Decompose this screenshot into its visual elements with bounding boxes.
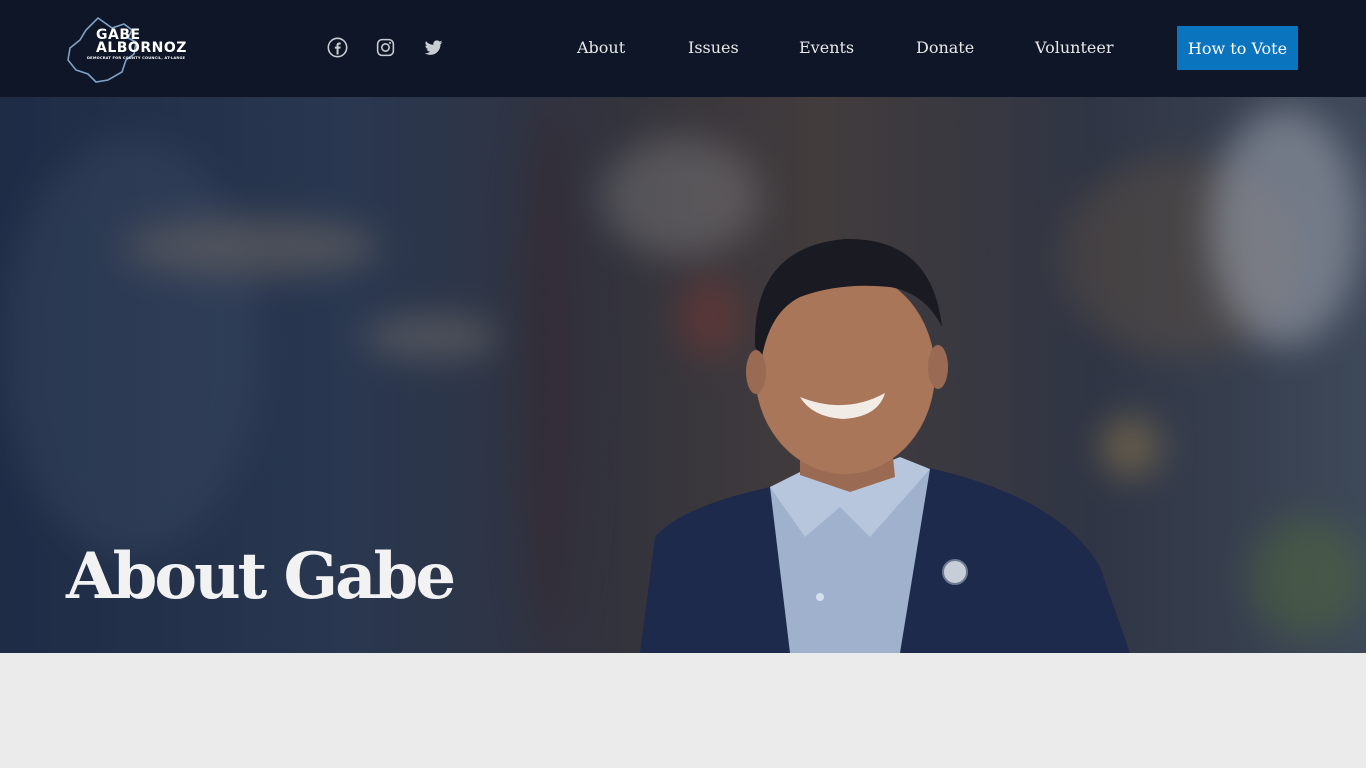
logo-last-name: ALBORNOZ xyxy=(96,40,187,56)
nav-issues[interactable]: Issues xyxy=(688,37,739,59)
nav-donate[interactable]: Donate xyxy=(916,37,974,59)
facebook-icon xyxy=(327,37,348,58)
nav-about[interactable]: About xyxy=(577,37,625,59)
page-title: About Gabe xyxy=(66,539,456,614)
social-links xyxy=(327,37,444,58)
instagram-link[interactable] xyxy=(375,37,396,58)
site-logo[interactable]: GABE ALBORNOZ DEMOCRAT FOR COUNTY COUNCI… xyxy=(66,14,200,84)
logo-tagline: DEMOCRAT FOR COUNTY COUNCIL, AT-LARGE xyxy=(87,56,186,60)
site-header: GABE ALBORNOZ DEMOCRAT FOR COUNTY COUNCI… xyxy=(0,0,1366,97)
nav-volunteer[interactable]: Volunteer xyxy=(1035,37,1113,59)
instagram-icon xyxy=(376,38,395,57)
how-to-vote-button[interactable]: How to Vote xyxy=(1177,26,1298,70)
facebook-link[interactable] xyxy=(327,37,348,58)
twitter-link[interactable] xyxy=(423,37,444,58)
twitter-icon xyxy=(424,40,443,55)
nav-events[interactable]: Events xyxy=(799,37,854,59)
content-area xyxy=(0,653,1366,768)
hero-banner: About Gabe xyxy=(0,97,1366,653)
